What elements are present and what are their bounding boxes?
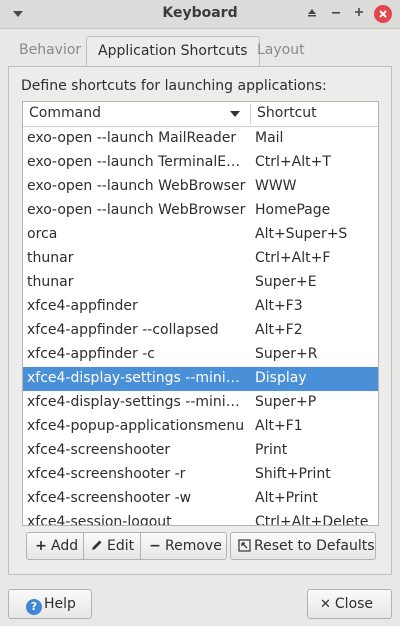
edit-button[interactable]: Edit (83, 532, 141, 560)
close-label: Close (334, 596, 374, 612)
row-shortcut: Ctrl+Alt+F (255, 250, 331, 266)
tab-bar: Behavior Application Shortcuts Layout (8, 36, 392, 67)
close-x-icon: ✕ (320, 597, 331, 612)
table-row[interactable]: xfce4-screenshooter -w Alt+Print (23, 487, 378, 511)
table-row[interactable]: exo-open --launch WebBrowser WWW (23, 175, 378, 199)
row-shortcut: Display (255, 370, 307, 386)
tab-application-shortcuts[interactable]: Application Shortcuts (86, 36, 260, 67)
row-command: exo-open --launch WebBrowser (27, 202, 246, 218)
table-row[interactable]: xfce4-display-settings --minimal Display (23, 367, 378, 391)
row-command: thunar (27, 250, 74, 266)
row-shortcut: Alt+Print (255, 490, 318, 506)
window-close-button[interactable] (374, 5, 392, 23)
table-row[interactable]: xfce4-popup-applicationsmenu Alt+F1 (23, 415, 378, 439)
titlebar: Keyboard (0, 0, 400, 29)
table-row[interactable]: xfce4-screenshooter Print (23, 439, 378, 463)
row-command: exo-open --launch MailReader (27, 130, 237, 146)
remove-label: Remove (165, 538, 222, 554)
edit-label: Edit (107, 538, 135, 554)
row-shortcut: WWW (255, 178, 297, 194)
list-header: Command Shortcut (23, 102, 378, 127)
row-command: xfce4-display-settings --minimal (27, 394, 247, 410)
row-command: xfce4-screenshooter -r (27, 466, 186, 482)
minimize-icon (332, 12, 340, 14)
reset-to-defaults-button[interactable]: Reset to Defaults (230, 532, 376, 560)
row-command: xfce4-appfinder --collapsed (27, 322, 219, 338)
table-row[interactable]: exo-open --launch WebBrowser HomePage (23, 199, 378, 223)
table-row[interactable]: xfce4-appfinder -c Super+R (23, 343, 378, 367)
table-row[interactable]: xfce4-session-logout Ctrl+Alt+Delete (23, 511, 378, 526)
row-command: orca (27, 226, 58, 242)
row-command: thunar (27, 274, 74, 290)
list-rows: exo-open --launch MailReader Mail exo-open… (23, 127, 378, 526)
row-shortcut: Alt+Super+S (255, 226, 348, 242)
help-label: Help (44, 596, 76, 612)
reset-icon (237, 533, 251, 559)
table-row[interactable]: exo-open --launch MailReader Mail (23, 127, 378, 151)
help-icon: ? (26, 599, 42, 615)
row-command: exo-open --launch TerminalEm… (27, 154, 247, 170)
row-shortcut: HomePage (255, 202, 331, 218)
row-command: xfce4-screenshooter -w (27, 490, 192, 506)
row-shortcut: Super+E (255, 274, 317, 290)
panel-description: Define shortcuts for launching applicati… (21, 78, 327, 94)
pencil-icon (90, 533, 104, 559)
row-shortcut: Mail (255, 130, 284, 146)
shade-icon (308, 9, 316, 17)
maximize-icon (355, 8, 363, 16)
row-command: xfce4-appfinder (27, 298, 138, 314)
add-label: Add (51, 538, 79, 554)
column-separator (250, 104, 251, 124)
table-row[interactable]: exo-open --launch TerminalEm… Ctrl+Alt+T (23, 151, 378, 175)
reset-label: Reset to Defaults (254, 538, 375, 554)
row-command: xfce4-appfinder -c (27, 346, 155, 362)
table-row[interactable]: xfce4-screenshooter -r Shift+Print (23, 463, 378, 487)
row-command: xfce4-display-settings --minimal (27, 370, 247, 386)
row-shortcut: Super+R (255, 346, 318, 362)
minimize-button[interactable] (327, 5, 345, 23)
remove-button[interactable]: − Remove (140, 532, 227, 560)
row-shortcut: Shift+Print (255, 466, 331, 482)
maximize-button[interactable] (350, 5, 368, 23)
tab-behavior[interactable]: Behavior (8, 36, 92, 66)
row-command: xfce4-session-logout (27, 514, 172, 526)
close-button[interactable]: ✕ Close (307, 589, 392, 619)
table-row[interactable]: thunar Super+E (23, 271, 378, 295)
tab-layout[interactable]: Layout (246, 36, 316, 66)
row-command: xfce4-screenshooter (27, 442, 171, 458)
row-shortcut: Alt+F1 (255, 418, 303, 434)
row-shortcut: Print (255, 442, 288, 458)
row-command: xfce4-popup-applicationsmenu (27, 418, 245, 434)
column-header-shortcut[interactable]: Shortcut (257, 105, 317, 121)
help-button[interactable]: ? Help (8, 589, 92, 619)
table-row[interactable]: xfce4-appfinder --collapsed Alt+F2 (23, 319, 378, 343)
table-row[interactable]: thunar Ctrl+Alt+F (23, 247, 378, 271)
column-header-command[interactable]: Command (29, 105, 101, 121)
row-shortcut: Ctrl+Alt+Delete (255, 514, 369, 526)
shade-button[interactable] (303, 5, 321, 23)
close-icon (379, 10, 387, 18)
shortcuts-panel: Define shortcuts for launching applicati… (8, 66, 392, 575)
row-shortcut: Ctrl+Alt+T (255, 154, 331, 170)
row-shortcut: Super+P (255, 394, 317, 410)
add-button[interactable]: + Add (26, 532, 84, 560)
shortcuts-list[interactable]: Command Shortcut exo-open --launch MailR… (22, 101, 379, 526)
plus-icon: + (35, 538, 47, 554)
table-row[interactable]: xfce4-display-settings --minimal Super+P (23, 391, 378, 415)
table-row[interactable]: orca Alt+Super+S (23, 223, 378, 247)
minus-icon: − (149, 538, 161, 554)
sort-descending-icon (230, 111, 240, 117)
row-shortcut: Alt+F3 (255, 298, 303, 314)
row-command: exo-open --launch WebBrowser (27, 178, 246, 194)
table-row[interactable]: xfce4-appfinder Alt+F3 (23, 295, 378, 319)
row-shortcut: Alt+F2 (255, 322, 303, 338)
